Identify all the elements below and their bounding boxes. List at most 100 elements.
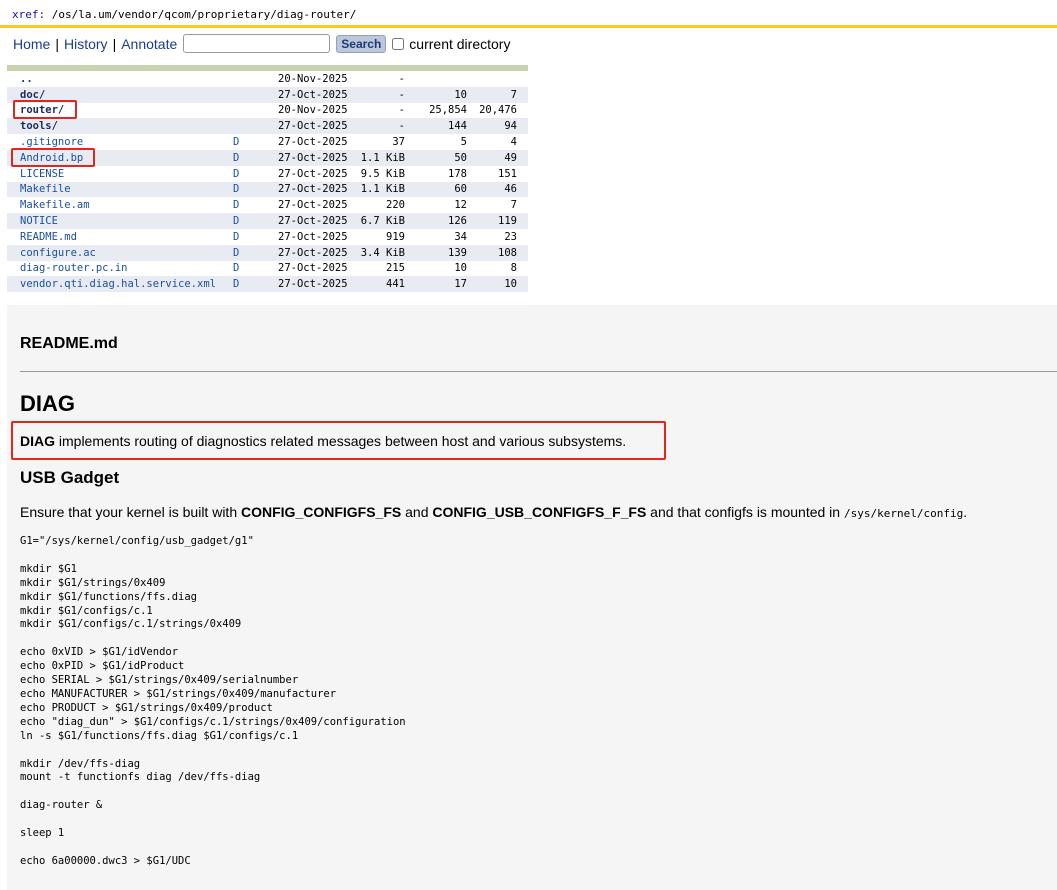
loc-count: 20,476 [479, 104, 517, 117]
line-count: 178 [448, 167, 467, 180]
file-size: 37 [392, 136, 405, 149]
listing-row: README.md D 27-Oct-2025 919 34 23 [7, 229, 528, 245]
file-size: - [398, 104, 405, 117]
file-link[interactable]: README.md [20, 231, 77, 243]
xref-path-link[interactable]: /os/la.um/vendor/qcom/proprietary/diag-r… [52, 8, 357, 21]
modified-date: 27-Oct-2025 [278, 215, 348, 228]
file-size: 3.4 KiB [360, 246, 405, 259]
ensure-text: Ensure that your kernel is built with [20, 504, 241, 520]
modified-date: 20-Nov-2025 [278, 72, 348, 85]
file-link[interactable]: LICENSE [20, 168, 64, 180]
listing-row: doc/27-Oct-2025 - 10 7 [7, 86, 528, 103]
shell-code-block: G1="/sys/kernel/config/usb_gadget/g1" mk… [20, 535, 406, 867]
configfs-path: /sys/kernel/config [843, 507, 964, 520]
file-size: 919 [386, 230, 405, 243]
line-count: 144 [448, 120, 467, 133]
file-link[interactable]: Makefile [20, 183, 71, 195]
loc-count: 7 [510, 88, 517, 101]
readme-filename: README.md [20, 335, 118, 352]
highlight-android-bp [11, 148, 95, 167]
line-count: 5 [460, 136, 467, 149]
file-size: 220 [386, 199, 405, 212]
line-count: 139 [448, 246, 467, 259]
file-size: 441 [386, 278, 405, 291]
directory-link[interactable]: doc/ [20, 89, 45, 101]
modified-date: 27-Oct-2025 [278, 183, 348, 196]
line-count: 12 [454, 199, 467, 212]
download-link[interactable]: D [233, 215, 239, 227]
line-count: 10 [454, 88, 467, 101]
modified-date: 27-Oct-2025 [278, 246, 348, 259]
modified-date: 27-Oct-2025 [278, 167, 348, 180]
file-link[interactable]: configure.ac [20, 247, 96, 259]
listing-row: vendor.qti.diag.hal.service.xml D 27-Oct-2… [7, 276, 528, 293]
line-count: 17 [454, 278, 467, 291]
download-link[interactable]: D [233, 168, 239, 180]
line-count: 60 [454, 183, 467, 196]
current-directory-checkbox[interactable] [392, 37, 405, 50]
download-link[interactable]: D [233, 262, 239, 274]
directory-link[interactable]: .. [20, 73, 33, 85]
modified-date: 27-Oct-2025 [278, 120, 348, 133]
line-count: 50 [454, 151, 467, 164]
file-size: 215 [386, 262, 405, 275]
file-link[interactable]: NOTICE [20, 215, 58, 227]
loc-count: 119 [498, 215, 517, 228]
modified-date: 20-Nov-2025 [278, 104, 348, 117]
ensure-text: and that configfs is mounted in [646, 504, 844, 520]
top-navigation: Home | History | Annotate Search current… [13, 34, 510, 53]
download-link[interactable]: D [233, 199, 239, 211]
loc-count: 7 [510, 199, 517, 212]
loc-count: 151 [498, 167, 517, 180]
download-link[interactable]: D [233, 231, 239, 243]
loc-count: 94 [504, 120, 517, 133]
loc-count: 46 [504, 183, 517, 196]
modified-date: 27-Oct-2025 [278, 230, 348, 243]
nav-separator: | [55, 35, 59, 52]
annotate-link[interactable]: Annotate [121, 36, 177, 52]
modified-date: 27-Oct-2025 [278, 278, 348, 291]
listing-row: LICENSE D 27-Oct-2025 9.5 KiB 178 151 [7, 166, 528, 182]
download-link[interactable]: D [233, 183, 239, 195]
file-link[interactable]: .gitignore [20, 136, 83, 148]
readme-panel: README.md DIAG DIAG implements routing o… [7, 305, 1057, 890]
download-link[interactable]: D [233, 247, 239, 259]
file-link[interactable]: Makefile.am [20, 199, 90, 211]
listing-row: diag-router.pc.in D 27-Oct-2025 215 10 8 [7, 261, 528, 277]
search-input[interactable] [183, 34, 331, 53]
file-link[interactable]: diag-router.pc.in [20, 262, 127, 274]
file-size: - [398, 88, 405, 101]
config-configfs-fs: CONFIG_CONFIGFS_FS [241, 504, 402, 520]
readme-divider [20, 371, 1057, 372]
search-button[interactable]: Search [336, 34, 387, 53]
highlight-diag-intro [11, 421, 666, 460]
modified-date: 27-Oct-2025 [278, 136, 348, 149]
loc-count: 23 [504, 230, 517, 243]
ensure-text: and [401, 504, 433, 520]
directory-listing: .. 20-Nov-2025- doc/27-Oct-2025-10 7 router/… [7, 65, 528, 293]
listing-row: router/20-Nov-2025-25,854 20,476 [7, 103, 528, 119]
listing-row: NOTICE D 27-Oct-2025 6.7 KiB 126 119 [7, 213, 528, 229]
file-size: - [398, 120, 405, 133]
readme-title: DIAG [20, 391, 75, 416]
download-link[interactable]: D [233, 136, 239, 148]
ensure-paragraph: Ensure that your kernel is built with CO… [20, 504, 967, 520]
xref-path: xref: /os/la.um/vendor/qcom/proprietary/… [12, 8, 356, 21]
highlight-router [13, 100, 77, 119]
download-link[interactable]: D [233, 278, 239, 290]
download-link[interactable]: D [233, 152, 239, 164]
file-link[interactable]: vendor.qti.diag.hal.service.xml [20, 278, 216, 290]
xref-label: xref: [12, 8, 46, 21]
config-usb-configfs-f-fs: CONFIG_USB_CONFIGFS_F_FS [432, 504, 647, 520]
home-link[interactable]: Home [13, 36, 50, 52]
listing-row: .. 20-Nov-2025 - [7, 71, 528, 87]
modified-date: 27-Oct-2025 [278, 262, 348, 275]
modified-date: 27-Oct-2025 [278, 88, 348, 101]
directory-link[interactable]: tools/ [20, 120, 58, 132]
ensure-text: . [963, 504, 968, 520]
modified-date: 27-Oct-2025 [278, 151, 348, 164]
loc-count: 10 [504, 278, 517, 291]
history-link[interactable]: History [64, 36, 108, 52]
file-size: 9.5 KiB [360, 167, 405, 180]
listing-row: tools/27-Oct-2025 - 144 94 [7, 118, 528, 135]
